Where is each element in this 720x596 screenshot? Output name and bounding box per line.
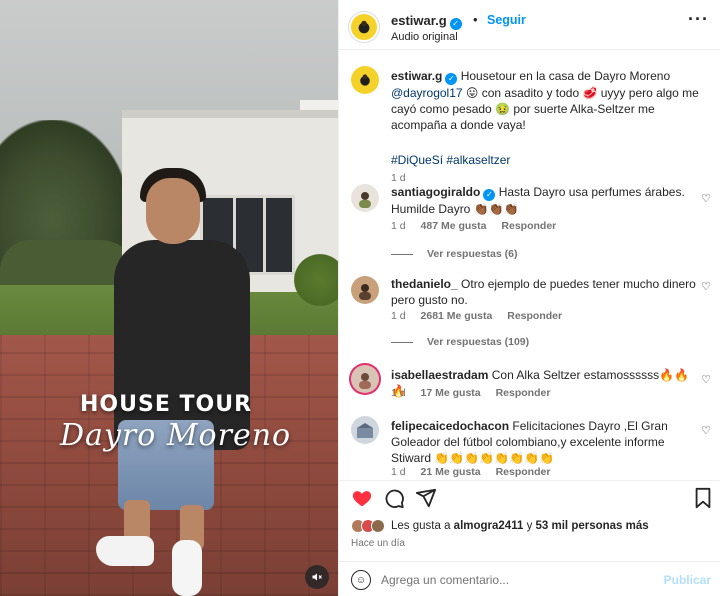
- reply-button[interactable]: Responder: [501, 220, 556, 232]
- post-time: Hace un día: [351, 538, 405, 549]
- view-replies-label[interactable]: Ver respuestas (109): [427, 336, 529, 348]
- comment-text: thedanielo_ Otro ejemplo de puedes tener…: [391, 276, 701, 308]
- comment-author[interactable]: isabellaestradam: [391, 368, 488, 382]
- house-roof: [122, 110, 338, 118]
- comment-input[interactable]: [381, 569, 651, 591]
- comment-time: 1 d: [391, 466, 406, 478]
- person-head: [146, 178, 200, 244]
- comment-author[interactable]: santiagogiraldo: [391, 185, 480, 199]
- view-replies-button[interactable]: Ver respuestas (109): [391, 336, 529, 348]
- post-header: estiwar.g ✓ • Seguir Audio original ···: [339, 0, 720, 50]
- caption-mention[interactable]: @dayrogol17: [391, 86, 463, 100]
- post-author[interactable]: estiwar.g ✓: [391, 13, 462, 30]
- person-shoe-right: [172, 540, 202, 596]
- caption-hashtags[interactable]: #DiQueSí #alkaseltzer: [391, 152, 701, 168]
- bush: [290, 250, 338, 310]
- overlay-subtitle: Dayro Moreno: [60, 418, 292, 453]
- comment-meta: 1 d 2681 Me gusta Responder: [391, 310, 574, 322]
- likes-and: y: [526, 520, 533, 532]
- comment-likes[interactable]: 17 Me gusta: [421, 387, 481, 399]
- overlay-title: HOUSE TOUR: [80, 392, 253, 417]
- audio-link[interactable]: Audio original: [391, 31, 458, 43]
- comment-time: 1 d: [391, 220, 406, 232]
- avatar[interactable]: [351, 184, 379, 212]
- comment-likes[interactable]: 487 Me gusta: [421, 220, 487, 232]
- likes-summary[interactable]: Les gusta a almogra2411 y 53 mil persona…: [351, 519, 649, 533]
- reply-button[interactable]: Responder: [507, 310, 562, 322]
- publish-button[interactable]: Publicar: [664, 573, 711, 587]
- likes-user[interactable]: almogra2411: [454, 520, 524, 532]
- comment-meta: 1 d 17 Me gusta Responder: [391, 387, 562, 399]
- comment-author[interactable]: thedanielo_: [391, 277, 458, 291]
- comment-likes[interactable]: 2681 Me gusta: [421, 310, 493, 322]
- verified-badge-icon: ✓: [483, 189, 496, 201]
- bookmark-icon[interactable]: [693, 487, 713, 509]
- likes-others[interactable]: 53 mil personas más: [536, 520, 649, 532]
- avatar[interactable]: [349, 12, 379, 42]
- comment-text: felipecaicedochacon Felicitaciones Dayro…: [391, 418, 701, 466]
- comment-text: santiagogiraldo ✓ Hasta Dayro usa perfume…: [391, 184, 701, 217]
- post-media[interactable]: HOUSE TOUR Dayro Moreno: [0, 0, 338, 596]
- person-shoe-left: [96, 536, 154, 566]
- heart-outline-icon[interactable]: ♡: [701, 192, 711, 205]
- likes-text: Les gusta a almogra2411 y 53 mil persona…: [391, 520, 649, 532]
- avatar[interactable]: [351, 66, 379, 94]
- caption-author[interactable]: estiwar.g: [391, 69, 442, 83]
- caption-timestamp: 1 d: [391, 172, 406, 184]
- share-icon[interactable]: [415, 487, 437, 509]
- heart-outline-icon[interactable]: ♡: [701, 373, 711, 386]
- caption-time: 1 d: [391, 172, 418, 184]
- reply-button[interactable]: Responder: [496, 466, 551, 478]
- avatar: [371, 519, 385, 533]
- heart-filled-icon[interactable]: [351, 487, 373, 509]
- view-replies-label[interactable]: Ver respuestas (6): [427, 248, 517, 260]
- emoji-icon[interactable]: ☺: [351, 570, 371, 590]
- comment-meta: 1 d 21 Me gusta Responder: [391, 466, 562, 478]
- follow-button[interactable]: Seguir: [487, 13, 526, 27]
- heart-outline-icon[interactable]: ♡: [701, 424, 711, 437]
- comments-section[interactable]: estiwar.g ✓ Housetour en la casa de Dayro…: [339, 50, 720, 480]
- caption-text: estiwar.g ✓ Housetour en la casa de Dayro…: [391, 68, 701, 133]
- caption-body: Housetour en la casa de Dayro Moreno: [460, 69, 671, 83]
- likes-prefix: Les gusta a: [391, 520, 451, 532]
- reply-button[interactable]: Responder: [496, 387, 551, 399]
- more-horizontal-icon[interactable]: ···: [688, 9, 709, 30]
- post-author-name[interactable]: estiwar.g: [391, 13, 447, 28]
- view-replies-button[interactable]: Ver respuestas (6): [391, 248, 517, 260]
- avatar[interactable]: [351, 276, 379, 304]
- avatar[interactable]: [351, 416, 379, 444]
- speaker-muted-icon: [312, 573, 322, 581]
- comment-icon[interactable]: [383, 487, 405, 509]
- comment-author[interactable]: felipecaicedochacon: [391, 419, 509, 433]
- post-actions: Les gusta a almogra2411 y 53 mil persona…: [339, 480, 720, 596]
- mute-button[interactable]: [305, 565, 329, 589]
- comment-likes[interactable]: 21 Me gusta: [421, 466, 481, 478]
- divider: [391, 253, 413, 255]
- comment-time: 1 d: [391, 387, 406, 399]
- verified-badge-icon: ✓: [449, 18, 462, 30]
- heart-outline-icon[interactable]: ♡: [701, 280, 711, 293]
- avatar[interactable]: [351, 365, 379, 393]
- verified-badge-icon: ✓: [445, 73, 458, 85]
- comment-meta: 1 d 487 Me gusta Responder: [391, 220, 568, 232]
- comment-time: 1 d: [391, 310, 406, 322]
- divider: [391, 341, 413, 343]
- add-comment-bar: ☺ Publicar: [339, 561, 720, 596]
- separator-dot: •: [473, 12, 478, 27]
- post-panel: estiwar.g ✓ • Seguir Audio original ··· e…: [338, 0, 720, 596]
